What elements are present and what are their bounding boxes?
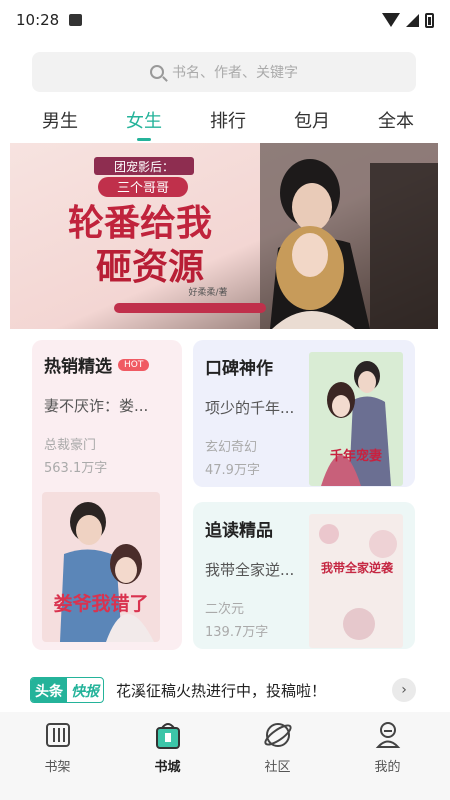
news-tag-flash: 快报 [71,684,99,700]
tab-female[interactable]: 女生 [122,101,166,139]
promo-banner[interactable]: 团宠影后： 三个哥哥 轮番给我 砸资源 好柔柔/著 [10,143,438,329]
chevron-right-icon[interactable]: › [392,678,416,702]
wifi-icon [382,13,400,27]
card-title-follow: 追读精品 [205,521,273,541]
book-cover[interactable]: 我带全家逆袭 [309,514,403,648]
banner-artwork: 团宠影后： 三个哥哥 轮番给我 砸资源 好柔柔/著 [10,143,438,329]
bottom-nav: 书架 书城 社区 我的 [0,712,450,800]
nav-community[interactable]: 社区 [225,718,330,800]
book-title: 我带全家逆... [205,561,295,579]
banner-line2: 三个哥哥 [117,181,169,196]
cover-title: 娄爷我错了 [53,592,148,615]
banner-line4: 砸资源 [96,247,204,288]
nav-bookshelf[interactable]: 书架 [5,718,110,800]
news-tag: 头条 快报 [30,677,104,703]
book-genre: 二次元 [205,602,245,617]
search-icon [150,65,164,79]
nav-label: 我的 [374,760,401,775]
banner-line3: 轮番给我 [68,203,212,244]
book-word-count: 47.9万字 [205,463,260,478]
card-title-hot: 热销精选 [44,357,112,377]
profile-icon [373,718,403,752]
banner-line1: 团宠影后： [114,159,174,174]
nav-label: 书城 [154,760,181,775]
book-title: 项少的千年... [205,399,295,417]
book-word-count: 139.7万字 [205,625,269,640]
book-word-count: 563.1万字 [44,461,108,476]
book-genre: 总裁豪门 [44,438,97,453]
praise-card[interactable]: 口碑神作 项少的千年... 玄幻奇幻 47.9万字 千年宠妻 [193,340,415,487]
community-icon [263,718,293,752]
status-time: 10:28 [16,11,60,29]
tab-ranking[interactable]: 排行 [206,101,250,139]
tab-male[interactable]: 男生 [38,101,82,139]
cover-title: 我带全家逆袭 [321,560,394,575]
bookshelf-icon [43,718,73,752]
status-bar: 10:28 [0,0,450,40]
book-cover[interactable]: 娄爷我错了 [42,492,160,642]
nav-profile[interactable]: 我的 [335,718,440,800]
category-tabs: 男生 女生 排行 包月 全本 [38,100,418,140]
tab-monthly[interactable]: 包月 [290,101,334,139]
nav-bookstore[interactable]: 书城 [115,718,220,800]
nav-label: 社区 [264,760,291,775]
book-genre: 玄幻奇幻 [205,440,258,455]
battery-icon [425,12,434,28]
cover-title: 千年宠妻 [330,448,382,464]
tab-complete[interactable]: 全本 [374,101,418,139]
follow-card[interactable]: 追读精品 我带全家逆... 二次元 139.7万字 我带全家逆袭 [193,502,415,649]
search-placeholder: 书名、作者、关键字 [172,65,298,81]
book-cover[interactable]: 千年宠妻 [309,352,403,486]
signal-icon [406,13,419,27]
book-title: 妻不厌诈：娄... [44,397,149,415]
hot-picks-card[interactable]: 热销精选 HOT 妻不厌诈：娄... 总裁豪门 563.1万字 娄爷我错了 [32,340,182,650]
news-tag-headline: 头条 [31,678,67,702]
card-title-praise: 口碑神作 [205,359,273,379]
news-text[interactable]: 花溪征稿火热进行中，投稿啦！ [116,680,392,701]
banner-author: 好柔柔/著 [188,286,227,298]
hot-badge: HOT [118,358,150,371]
search-bar[interactable]: 书名、作者、关键字 [32,52,416,92]
news-ticker[interactable]: 头条 快报 花溪征稿火热进行中，投稿啦！ › [30,672,416,708]
status-indicators [382,12,434,28]
image-notification-icon [69,14,83,26]
nav-label: 书架 [44,760,71,775]
bookstore-icon [153,718,183,752]
